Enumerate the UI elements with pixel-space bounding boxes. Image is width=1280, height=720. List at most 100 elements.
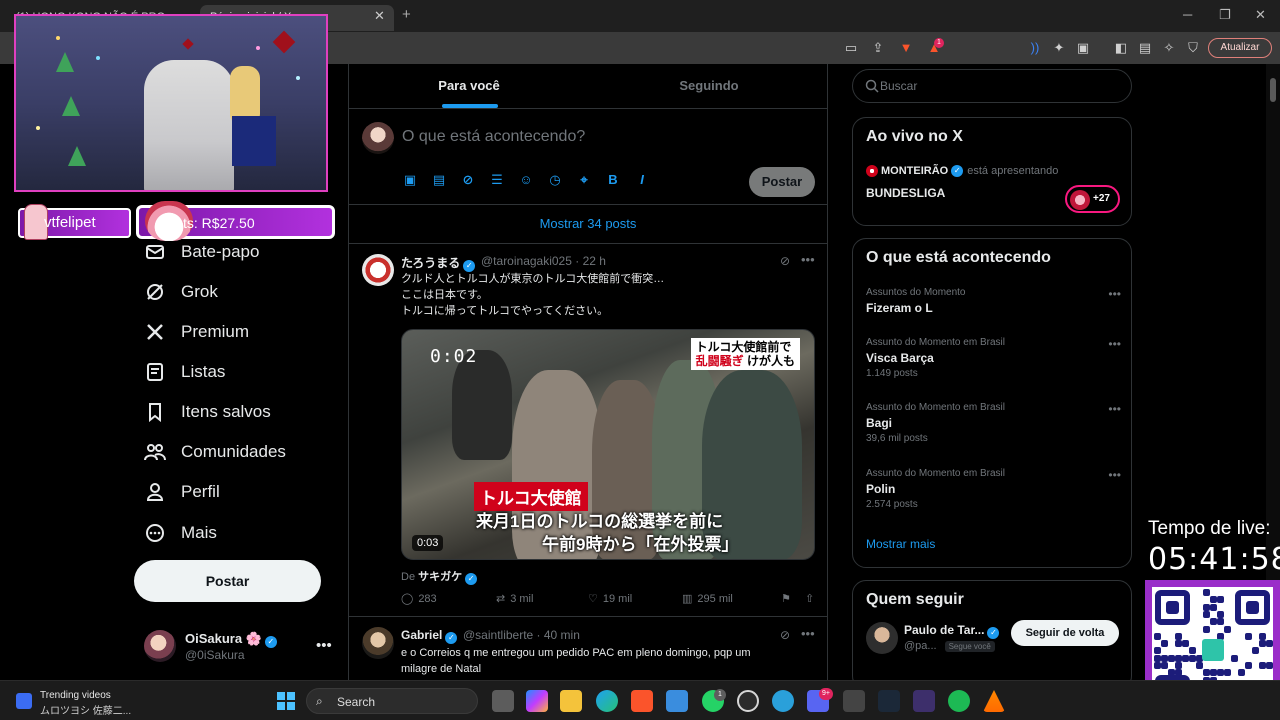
brave-shields-icon[interactable]: ▼ bbox=[898, 40, 914, 56]
follow-avatar[interactable] bbox=[866, 622, 898, 654]
vlc-icon[interactable] bbox=[983, 690, 1005, 712]
live-listeners[interactable]: +27 bbox=[1065, 185, 1120, 213]
account-name-text: OiSakura 🌸 bbox=[185, 631, 262, 646]
more-icon[interactable]: ••• bbox=[801, 626, 815, 641]
search-input[interactable]: Buscar bbox=[852, 69, 1132, 103]
nav-more[interactable]: Mais bbox=[144, 520, 217, 546]
more-icon[interactable]: ••• bbox=[1108, 287, 1121, 301]
nav-grok[interactable]: Grok bbox=[144, 279, 218, 305]
tweet-avatar[interactable] bbox=[362, 627, 394, 659]
restore-icon[interactable]: ❐ bbox=[1219, 7, 1231, 23]
close-tab-icon[interactable]: ✕ bbox=[374, 8, 385, 24]
share-icon[interactable]: ⇧ bbox=[805, 592, 814, 605]
extensions-icon[interactable]: ✦ bbox=[1051, 40, 1067, 56]
update-button[interactable]: Atualizar bbox=[1208, 38, 1272, 58]
tweet-author[interactable]: Gabriel ✓ bbox=[401, 628, 458, 644]
live-card[interactable]: Ao vivo no X MONTEIRÃO ✓ está apresentan… bbox=[852, 117, 1132, 226]
windows-start-icon[interactable] bbox=[277, 692, 295, 710]
nav-communities[interactable]: Comunidades bbox=[144, 439, 286, 465]
like-button[interactable]: ♡ 19 mil bbox=[588, 592, 632, 606]
more-icon[interactable]: ••• bbox=[1108, 402, 1121, 416]
trend-item[interactable]: Assunto do Momento em Brasil Polin 2.574… bbox=[866, 468, 1121, 510]
sidebar-icon[interactable]: ◧ bbox=[1113, 40, 1129, 56]
more-icon[interactable]: ••• bbox=[801, 252, 815, 267]
video-source[interactable]: De サキガケ ✓ bbox=[401, 568, 478, 585]
grok-icon bbox=[144, 281, 166, 303]
tweet-handle[interactable]: @taroinagaki025 · 22 h bbox=[481, 254, 606, 268]
app-icon[interactable] bbox=[913, 690, 935, 712]
compose-post-button[interactable]: Postar bbox=[749, 167, 815, 197]
scroll-thumb[interactable] bbox=[1270, 78, 1276, 102]
task-view-icon[interactable] bbox=[492, 690, 514, 712]
wallet-icon[interactable]: ▤ bbox=[1137, 40, 1153, 56]
telegram-icon[interactable] bbox=[772, 690, 794, 712]
bold-icon[interactable]: B bbox=[605, 172, 621, 188]
minimize-icon[interactable]: ─ bbox=[1183, 7, 1192, 22]
follow-name[interactable]: Paulo de Tar... ✓ bbox=[904, 623, 1000, 639]
grok-icon[interactable]: ⊘ bbox=[780, 254, 790, 268]
cast-icon[interactable]: ▭ bbox=[843, 40, 859, 56]
timeline: Para você Seguindo O que está acontecend… bbox=[348, 64, 828, 680]
vpn-icon[interactable]: ⛉ bbox=[1185, 40, 1201, 56]
spotify-icon[interactable] bbox=[948, 690, 970, 712]
grok-icon[interactable]: ⊘ bbox=[780, 628, 790, 642]
tweet-handle[interactable]: @saintliberte · 40 min bbox=[463, 628, 580, 642]
widget-subtitle[interactable]: ムロツヨシ 佐藤二... bbox=[40, 702, 131, 717]
new-tab-icon[interactable]: + bbox=[402, 6, 411, 23]
emoji-icon[interactable]: ☺ bbox=[518, 172, 534, 188]
show-new-posts-button[interactable]: Mostrar 34 posts bbox=[349, 205, 827, 243]
app-icon[interactable] bbox=[843, 690, 865, 712]
reply-button[interactable]: ◯ 283 bbox=[401, 592, 437, 606]
brave-icon[interactable] bbox=[631, 690, 653, 712]
nav-premium[interactable]: Premium bbox=[144, 319, 249, 345]
obs-icon[interactable] bbox=[737, 690, 759, 712]
widget-title[interactable]: Trending videos bbox=[40, 690, 111, 701]
repost-button[interactable]: ⇄ 3 mil bbox=[496, 592, 533, 606]
store-icon[interactable] bbox=[666, 690, 688, 712]
nav-bookmarks[interactable]: Itens salvos bbox=[144, 399, 271, 425]
file-explorer-icon[interactable] bbox=[560, 690, 582, 712]
bookmark-icon[interactable]: ⚑ bbox=[781, 592, 791, 605]
taskbar-search[interactable]: ⌕ Search bbox=[306, 688, 478, 714]
more-icon[interactable]: ••• bbox=[1108, 468, 1121, 482]
tab-for-you[interactable]: Para você bbox=[349, 64, 589, 108]
leo-icon[interactable]: ✧ bbox=[1161, 40, 1177, 56]
share-icon[interactable]: ⇪ bbox=[870, 40, 886, 56]
compose-input[interactable]: O que está acontecendo? bbox=[402, 128, 585, 146]
nav-profile[interactable]: Perfil bbox=[144, 479, 220, 505]
show-more-link[interactable]: Mostrar mais bbox=[866, 537, 935, 551]
account-avatar[interactable] bbox=[144, 630, 176, 662]
string-light bbox=[256, 46, 260, 50]
qr-module bbox=[1259, 632, 1266, 640]
poll-icon[interactable]: ☰ bbox=[489, 172, 505, 188]
schedule-icon[interactable]: ◷ bbox=[547, 172, 563, 188]
edge-icon[interactable] bbox=[596, 690, 618, 712]
location-icon[interactable]: ⌖ bbox=[576, 172, 592, 188]
trend-item[interactable]: Assunto do Momento em Brasil Bagi 39,6 m… bbox=[866, 402, 1121, 444]
nav-chat[interactable]: Bate-papo bbox=[144, 239, 259, 265]
audio-icon[interactable]: )) bbox=[1027, 40, 1043, 56]
copilot-icon[interactable] bbox=[526, 690, 548, 712]
post-button[interactable]: Postar bbox=[134, 560, 321, 602]
extension-icon[interactable]: ▣ bbox=[1075, 40, 1091, 56]
more-icon[interactable]: ••• bbox=[1108, 337, 1121, 351]
italic-icon[interactable]: I bbox=[634, 172, 650, 188]
trend-item[interactable]: Assunto do Momento em Brasil Visca Barça… bbox=[866, 337, 1121, 379]
video-widget-icon[interactable] bbox=[16, 693, 32, 709]
tweet-video[interactable]: 0:02 トルコ大使館前で 乱闘騒ぎ けが人も トルコ大使館 来月1日のトルコの… bbox=[401, 329, 815, 560]
tweet-avatar[interactable] bbox=[362, 254, 394, 286]
account-menu-icon[interactable]: ••• bbox=[316, 637, 332, 654]
grok-icon[interactable]: ⊘ bbox=[460, 172, 476, 188]
account-name[interactable]: OiSakura 🌸 ✓ bbox=[185, 631, 277, 648]
trend-item[interactable]: Assuntos do Momento Fizeram o L ••• bbox=[866, 287, 1121, 315]
nav-lists[interactable]: Listas bbox=[144, 359, 225, 385]
close-window-icon[interactable]: ✕ bbox=[1255, 7, 1266, 23]
steam-icon[interactable] bbox=[878, 690, 900, 712]
follow-handle: @pa... Segue você bbox=[904, 640, 995, 652]
tab-following[interactable]: Seguindo bbox=[589, 64, 829, 108]
tweet-author[interactable]: たろうまる ✓ bbox=[401, 254, 476, 272]
follow-back-button[interactable]: Seguir de volta bbox=[1011, 620, 1119, 646]
views-button[interactable]: ▥ 295 mil bbox=[682, 592, 733, 606]
image-icon[interactable]: ▣ bbox=[402, 172, 418, 188]
gif-icon[interactable]: ▤ bbox=[431, 172, 447, 188]
